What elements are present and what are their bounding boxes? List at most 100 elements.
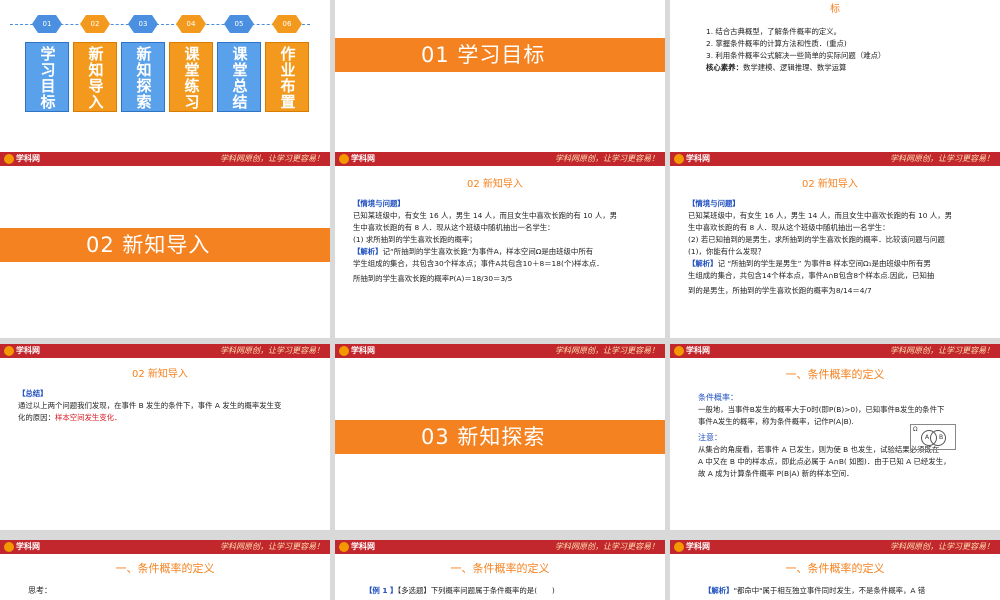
analysis-line: 学生组成的集合，共包含30个样本点；事件A共包含10＋8＝18(个)样本点． bbox=[353, 259, 604, 268]
slide-thumbnail-4[interactable]: 学科网 学科网原创，让学习更容易！ 02 新知导入 bbox=[0, 152, 330, 338]
objective-item: 1. 结合古典概型，了解条件概率的定义。 bbox=[706, 27, 842, 36]
core-literacy: 核心素养：数学建模、逻辑推理、数学运算 bbox=[706, 62, 996, 74]
brand-motto: 学科网原创，让学习更容易！ bbox=[890, 346, 994, 355]
logo-icon bbox=[674, 541, 684, 552]
body-line: (2) 若已知抽到的是男生，求所抽到的学生喜欢长跑的概率．比较该问题与问题 bbox=[688, 235, 945, 244]
brand-motto: 学科网原创，让学习更容易！ bbox=[220, 346, 324, 355]
brand-motto: 学科网原创，让学习更容易！ bbox=[555, 542, 659, 551]
logo-icon bbox=[339, 153, 349, 164]
analysis-line: 到的是男生，所抽到的学生喜欢长跑的概率为8/14＝4/7 bbox=[688, 286, 872, 295]
step-box-3: 新知探索 bbox=[121, 42, 165, 112]
slide-thumbnail-8[interactable]: 学科网 学科网原创，让学习更容易！ 03 新知探索 bbox=[335, 344, 665, 530]
slide-heading: 一、条件概率的定义 bbox=[785, 562, 885, 575]
brand-logo: 学科网 bbox=[674, 153, 710, 165]
analysis-label: 【解析】 bbox=[704, 586, 734, 595]
venn-omega-label: Ω bbox=[913, 426, 918, 433]
body-line: 已知某班级中，有女生 16 人，男生 14 人，而且女生中喜欢长跑的有 10 人… bbox=[353, 211, 618, 220]
section-banner: 03 新知探索 bbox=[335, 420, 665, 454]
logo-icon bbox=[4, 345, 14, 356]
brand-logo: 学科网 bbox=[4, 153, 40, 165]
summary-label: 【总结】 bbox=[18, 389, 48, 398]
slide-thumbnail-10[interactable]: 学科网 学科网原创，让学习更容易！ 一、条件概率的定义 思考： bbox=[0, 540, 330, 600]
step-box-5: 课堂总结 bbox=[217, 42, 261, 112]
brand-logo: 学科网 bbox=[339, 345, 375, 357]
brand-motto: 学科网原创，让学习更容易！ bbox=[555, 154, 659, 163]
slide-body: 【总结】 通过以上两个问题我们发现，在事件 B 发生的条件下，事件 A 发生的概… bbox=[18, 388, 326, 424]
slide-heading: 一、条件概率的定义 bbox=[115, 562, 215, 575]
step-number-6: 06 bbox=[272, 15, 302, 33]
brand-motto: 学科网原创，让学习更容易！ bbox=[890, 154, 994, 163]
step-box-6: 作业布置 bbox=[265, 42, 309, 112]
brand-header: 学科网 学科网原创，让学习更容易！ bbox=[670, 344, 1000, 358]
slide-body: 【情境与问题】 已知某班级中，有女生 16 人，男生 14 人，而且女生中喜欢长… bbox=[353, 198, 661, 285]
analysis-label: 【解析】 bbox=[353, 247, 383, 256]
objective-item: 2. 掌握条件概率的计算方法和性质．(重点) bbox=[706, 39, 847, 48]
step-number-2: 02 bbox=[80, 15, 110, 33]
step-box-2: 新知导入 bbox=[73, 42, 117, 112]
logo-icon bbox=[339, 345, 349, 356]
venn-a-label: A bbox=[925, 434, 930, 441]
brand-logo: 学科网 bbox=[339, 153, 375, 165]
brand-header: 学科网 学科网原创，让学习更容易！ bbox=[335, 152, 665, 166]
body-line: 生中喜欢长跑的有 8 人．现从这个班级中随机抽出一名学生： bbox=[353, 223, 555, 232]
body-line: 化的原因：样本空间发生变化． bbox=[18, 413, 122, 422]
think-label: 思考： bbox=[28, 586, 52, 595]
body-line: 已知某班级中，有女生 16 人，男生 14 人，而且女生中喜欢长跑的有 10 人… bbox=[688, 211, 953, 220]
step-number-5: 05 bbox=[224, 15, 254, 33]
core-text: 数学建模、逻辑推理、数学运算 bbox=[742, 63, 847, 72]
analysis-line: 【解析】"都命中"属于相互独立事件同时发生，不是条件概率，A 错 bbox=[704, 586, 926, 595]
brand-header: 学科网 学科网原创，让学习更容易！ bbox=[670, 152, 1000, 166]
brand-header: 学科网 学科网原创，让学习更容易！ bbox=[335, 344, 665, 358]
step-number-4: 04 bbox=[176, 15, 206, 33]
brand-motto: 学科网原创，让学习更容易！ bbox=[220, 542, 324, 551]
brand-motto: 学科网原创，让学习更容易！ bbox=[220, 154, 324, 163]
logo-icon bbox=[674, 153, 684, 164]
note-line: A 中又在 B 中的样本点，即此点必属于 A∩B( 如图)．由于已知 A 已经发… bbox=[698, 457, 951, 466]
body-line: (1) 求所抽到的学生喜欢长跑的概率； bbox=[353, 235, 477, 244]
example-label: 【例 1 】 bbox=[365, 586, 398, 595]
body-line: (1)，你能有什么发现？ bbox=[688, 247, 765, 256]
slide-heading: 一、条件概率的定义 bbox=[785, 368, 885, 381]
note-line: 故 A 成为计算条件概率 P(B|A) 新的样本空间． bbox=[698, 469, 854, 478]
brand-logo: 学科网 bbox=[339, 541, 375, 553]
section-banner: 02 新知导入 bbox=[0, 228, 330, 262]
scenario-label: 【情境与问题】 bbox=[353, 199, 405, 208]
slide-thumbnail-6[interactable]: 学科网 学科网原创，让学习更容易！ 02 新知导入 【情境与问题】 已知某班级中… bbox=[670, 152, 1000, 338]
slide-thumbnail-11[interactable]: 学科网 学科网原创，让学习更容易！ 一、条件概率的定义 【例 1 】【多选题】下… bbox=[335, 540, 665, 600]
slide-sorter-grid: 01 02 03 04 05 06 学习目标 新知导入 新知探索 课堂练习 课堂… bbox=[0, 0, 1000, 600]
analysis-line: 生组成的集合，共包含14个样本点，事件A∩B包含8个样本点.因此，已知抽 bbox=[688, 271, 935, 280]
brand-motto: 学科网原创，让学习更容易！ bbox=[890, 542, 994, 551]
slide-thumbnail-7[interactable]: 学科网 学科网原创，让学习更容易！ 02 新知导入 【总结】 通过以上两个问题我… bbox=[0, 344, 330, 530]
slide-thumbnail-5[interactable]: 学科网 学科网原创，让学习更容易！ 02 新知导入 【情境与问题】 已知某班级中… bbox=[335, 152, 665, 338]
brand-logo: 学科网 bbox=[4, 541, 40, 553]
definition-line: 一般地，当事件B发生的概率大于0时(即P(B)>0)，已知事件B发生的条件下 bbox=[698, 405, 945, 414]
slide-thumbnail-12[interactable]: 学科网 学科网原创，让学习更容易！ 一、条件概率的定义 【解析】"都命中"属于相… bbox=[670, 540, 1000, 600]
definition-label: 条件概率： bbox=[698, 393, 738, 402]
slide-thumbnail-9[interactable]: 学科网 学科网原创，让学习更容易！ 一、条件概率的定义 条件概率： 一般地，当事… bbox=[670, 344, 1000, 530]
brand-logo: 学科网 bbox=[674, 541, 710, 553]
logo-icon bbox=[339, 541, 349, 552]
slide-heading: 标 bbox=[830, 4, 840, 15]
logo-icon bbox=[4, 153, 14, 164]
step-number-1: 01 bbox=[32, 15, 62, 33]
brand-header: 学科网 学科网原创，让学习更容易！ bbox=[0, 152, 330, 166]
brand-logo: 学科网 bbox=[4, 345, 40, 357]
analysis-line: 【解析】记“所抽到的学生喜欢长跑”为事件A，样本空间Ω是由班级中所有 bbox=[353, 247, 594, 256]
scenario-label: 【情境与问题】 bbox=[688, 199, 740, 208]
body-line: 通过以上两个问题我们发现，在事件 B 发生的条件下，事件 A 发生的概率发生变 bbox=[18, 401, 282, 410]
step-box-4: 课堂练习 bbox=[169, 42, 213, 112]
highlight-text: 样本空间发生变化． bbox=[54, 413, 122, 422]
section-banner: 01 学习目标 bbox=[335, 38, 665, 72]
slide-heading: 02 新知导入 bbox=[467, 179, 523, 190]
analysis-line: 所抽到的学生喜欢长跑的概率P(A)＝18/30＝3/5 bbox=[353, 274, 513, 283]
brand-header: 学科网 学科网原创，让学习更容易！ bbox=[0, 344, 330, 358]
venn-diagram: Ω A B bbox=[910, 424, 956, 450]
step-box-1: 学习目标 bbox=[25, 42, 69, 112]
brand-header: 学科网 学科网原创，让学习更容易！ bbox=[335, 540, 665, 554]
venn-circle-b bbox=[930, 430, 946, 446]
slide-heading: 一、条件概率的定义 bbox=[450, 562, 550, 575]
slide-heading: 02 新知导入 bbox=[132, 369, 188, 380]
slide-body: 【情境与问题】 已知某班级中，有女生 16 人，男生 14 人，而且女生中喜欢长… bbox=[688, 198, 996, 297]
core-label: 核心素养： bbox=[706, 63, 743, 72]
analysis-label: 【解析】 bbox=[688, 259, 718, 268]
